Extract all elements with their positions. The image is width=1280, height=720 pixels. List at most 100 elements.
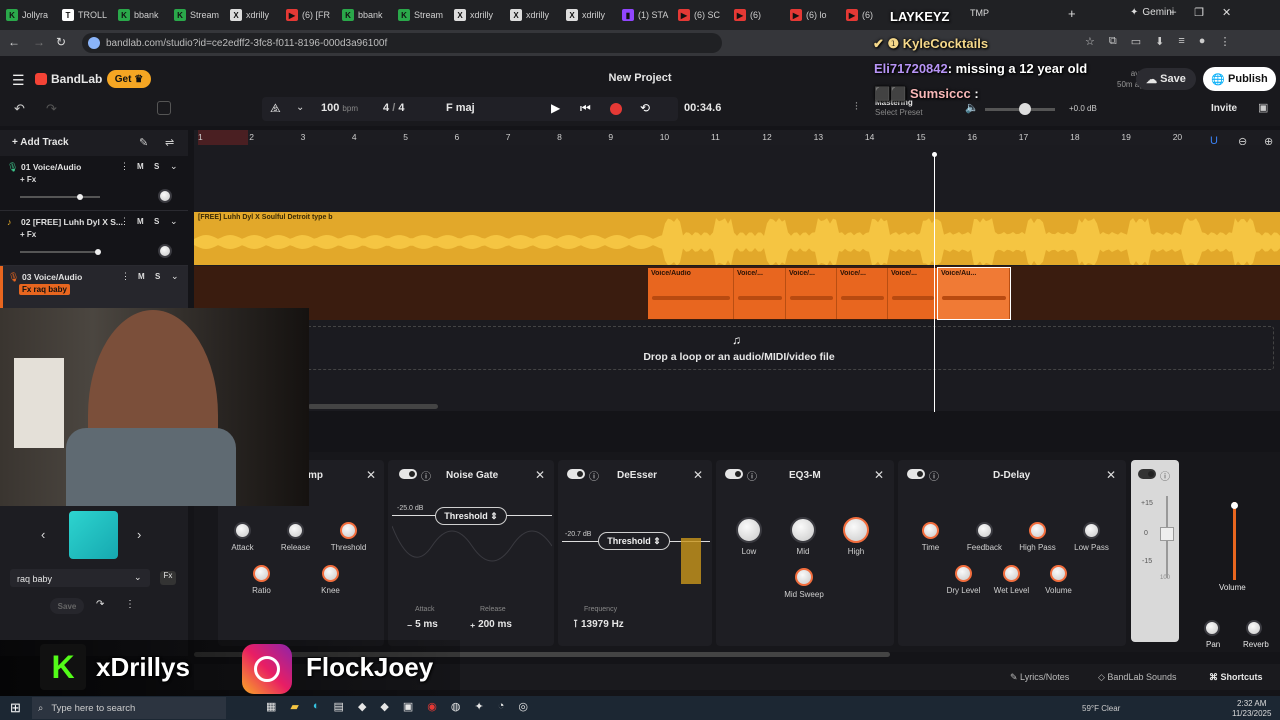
track-pan-knob[interactable] [158, 244, 172, 258]
weather[interactable]: 59°F Clear [1082, 704, 1120, 713]
compressor-attack-knob[interactable] [234, 522, 251, 539]
gift-icon[interactable]: ▣ [1258, 101, 1268, 114]
chrome-icon[interactable]: ◉ [427, 700, 437, 713]
delay-feedback-knob[interactable] [976, 522, 993, 539]
compressor-release-knob[interactable] [287, 522, 304, 539]
chevron-down-icon[interactable]: ⌄ [134, 572, 142, 583]
maximize-icon[interactable]: ❐ [1194, 6, 1204, 19]
delay-volume-knob[interactable] [1050, 565, 1067, 582]
delay-dry-level-knob[interactable] [955, 565, 972, 582]
publish-button[interactable]: 🌐 Publish [1203, 67, 1276, 91]
file-explorer-icon[interactable]: ▰ [290, 700, 298, 713]
task-view-icon[interactable]: ▦ [266, 700, 276, 713]
track-row-1[interactable]: 🎙 01 Voice/Audio + Fx ⋮ M S ⌄ [0, 156, 188, 211]
compressor-knee-knob[interactable] [322, 565, 339, 582]
app-icon[interactable]: ◎ [518, 700, 528, 713]
release-value[interactable]: ₊ 200 ms [470, 619, 512, 630]
eq-mid-knob[interactable] [790, 517, 816, 543]
undo-icon[interactable]: ↶ [14, 101, 25, 117]
vocal-clip[interactable]: Voice/... [837, 268, 888, 319]
browser-tab[interactable]: Xxdrilly [560, 2, 616, 28]
track-pan-knob[interactable] [158, 189, 172, 203]
record-button[interactable] [610, 103, 622, 115]
eq-mid-sweep-knob[interactable] [795, 568, 813, 586]
playhead-handle[interactable] [932, 152, 937, 157]
rewind-button[interactable]: ⏮ [580, 101, 591, 116]
track-volume-handle[interactable] [95, 249, 101, 255]
track-settings-icon[interactable]: ⇌ [165, 136, 174, 149]
app-icon[interactable]: ◆ [358, 700, 366, 713]
tab-tmp[interactable]: TMP [970, 8, 989, 18]
info-icon[interactable]: ⓘ [1160, 468, 1170, 483]
noise-gate-toggle[interactable] [399, 469, 417, 479]
shortcuts-button[interactable]: ⌘ Shortcuts [1209, 672, 1263, 683]
browser-tab[interactable]: Xxdrilly [504, 2, 560, 28]
close-icon[interactable]: ✕ [693, 468, 703, 482]
next-preset-icon[interactable]: › [137, 527, 141, 542]
tab-gemini[interactable]: ✦ Gemini [1130, 7, 1174, 18]
app-icon[interactable]: ✦ [475, 700, 484, 713]
minimize-icon[interactable]: – [1170, 6, 1176, 19]
share-icon[interactable]: ↷ [96, 599, 104, 610]
extensions-icon[interactable]: ⧉ [1109, 35, 1117, 48]
beat-clip[interactable]: [FREE] Luhh Dyl X Soulful Detroit type b [194, 212, 1280, 265]
browser-tab[interactable]: T TROLL [56, 2, 112, 28]
browser-tab[interactable]: Kbbank [336, 2, 392, 28]
bandlab-sounds-button[interactable]: ◇ BandLab Sounds [1098, 672, 1176, 683]
metronome-dropdown-icon[interactable]: ⌄ [296, 102, 304, 113]
add-track-button[interactable]: + Add Track [12, 137, 69, 148]
chevron-down-icon[interactable]: ⌄ [170, 161, 178, 172]
info-icon[interactable]: ⓘ [421, 468, 431, 483]
browser-tab[interactable]: Xxdrilly [224, 2, 280, 28]
info-icon[interactable]: ⓘ [929, 468, 939, 483]
browser-tab[interactable]: ▶ (6) [728, 2, 784, 28]
key-field[interactable]: F maj [446, 102, 475, 114]
track-menu-icon[interactable]: ⋮ [121, 271, 130, 282]
windows-start-icon[interactable]: ⊞ [10, 700, 21, 716]
track-volume-handle[interactable] [77, 194, 83, 200]
reload-icon[interactable]: ↻ [56, 35, 66, 49]
site-info-icon[interactable] [88, 37, 100, 49]
browser-tab[interactable]: ▶ (6) lo [784, 2, 840, 28]
preset-thumbnail[interactable] [69, 511, 118, 559]
play-button[interactable]: ▶ [551, 101, 560, 115]
compressor-threshold-knob[interactable] [340, 522, 357, 539]
browser-tab[interactable]: ▮ (1) STA [616, 2, 672, 28]
delay-time-knob[interactable] [922, 522, 939, 539]
track-volume-slider[interactable] [20, 251, 100, 253]
invite-button[interactable]: Invite [1211, 103, 1237, 114]
metronome-icon[interactable]: ⧌ [270, 101, 281, 116]
track-row-2[interactable]: ♪ 02 [FREE] Luhh Dyl X S... + Fx ⋮ M S ⌄ [0, 211, 188, 266]
prev-preset-icon[interactable]: ‹ [41, 527, 45, 542]
back-icon[interactable]: ← [8, 35, 20, 49]
vocal-clip[interactable]: Voice/... [734, 268, 786, 319]
url-field[interactable]: bandlab.com/studio?id=ce2edff2-3fc8-f011… [82, 33, 722, 53]
browser-tab[interactable]: Kbbank [112, 2, 168, 28]
media-icon[interactable]: ≡ [1178, 35, 1184, 48]
close-icon[interactable]: ✕ [535, 468, 545, 482]
compressor-ratio-knob[interactable] [253, 565, 270, 582]
more-icon[interactable]: ⋮ [125, 599, 135, 610]
browser-tab[interactable]: ▶ (6) [FR [280, 2, 336, 28]
eq-high-knob[interactable] [843, 517, 869, 543]
preset-save-button[interactable]: Save [50, 598, 84, 614]
profile-icon[interactable]: ● [1199, 35, 1206, 48]
browser-tab[interactable]: K Stream [392, 2, 448, 28]
meter-toggle[interactable] [1138, 469, 1156, 479]
loop-button[interactable]: ⟲ [640, 101, 650, 115]
app-icon[interactable]: ◔ [498, 700, 505, 713]
sidebar-icon[interactable]: ▭ [1131, 35, 1141, 48]
new-tab-button[interactable]: + [1068, 6, 1076, 21]
track-menu-icon[interactable]: ⋮ [120, 216, 129, 227]
chevron-down-icon[interactable]: ⌄ [171, 271, 179, 282]
close-window-icon[interactable]: ✕ [1222, 6, 1231, 19]
taskbar-search[interactable]: ⌕ Type here to search [32, 697, 226, 719]
info-icon[interactable]: ⓘ [589, 468, 599, 483]
track-menu-icon[interactable]: ⋮ [120, 161, 129, 172]
master-volume-fader[interactable] [1233, 502, 1236, 580]
mastering-icon[interactable]: ⫶ [855, 101, 858, 114]
eq-toggle[interactable] [725, 469, 743, 479]
track-volume-slider[interactable] [20, 196, 100, 198]
chevron-down-icon[interactable]: ⌄ [170, 216, 178, 227]
reverb-knob[interactable] [1246, 620, 1262, 636]
